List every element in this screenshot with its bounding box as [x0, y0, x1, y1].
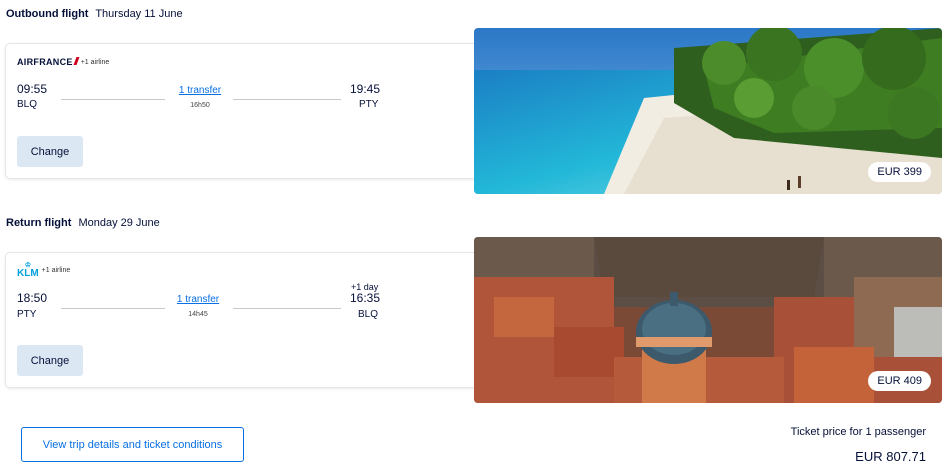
- return-transfer-link[interactable]: 1 transfer: [158, 294, 238, 305]
- return-change-button[interactable]: Change: [17, 345, 83, 376]
- outbound-transfer-link[interactable]: 1 transfer: [160, 85, 240, 96]
- outbound-flight-card: AIRFRANCE +1 airline 09:55 BLQ 1 transfe…: [6, 44, 478, 178]
- return-airline: ♔ KLM +1 airline: [17, 262, 71, 279]
- return-route-line-left: [61, 308, 165, 309]
- outbound-departure-time: 09:55: [17, 82, 48, 96]
- return-date: Monday 29 June: [78, 217, 160, 229]
- outbound-duration: 16h50: [190, 102, 210, 109]
- outbound-change-button[interactable]: Change: [17, 136, 83, 167]
- outbound-extra-airline: +1 airline: [80, 58, 110, 66]
- return-label: Return flight: [6, 217, 72, 229]
- ticket-price-label: Ticket price for 1 passenger: [790, 426, 926, 438]
- outbound-destination-photo: EUR 399: [474, 28, 942, 194]
- outbound-label: Outbound flight: [6, 8, 89, 20]
- return-departure-time: 18:50: [17, 291, 48, 305]
- outbound-arrival-time: 19:45: [350, 82, 381, 96]
- view-trip-details-button[interactable]: View trip details and ticket conditions: [21, 427, 244, 462]
- return-route-line-right: [233, 308, 341, 309]
- klm-logo-icon: ♔ KLM: [17, 262, 39, 279]
- outbound-route-line-right: [233, 99, 341, 100]
- return-destination-photo: EUR 409: [474, 237, 942, 403]
- return-flight-card: ♔ KLM +1 airline 18:50 PTY 1 transfer 14h…: [6, 253, 478, 387]
- outbound-arrival-code: PTY: [359, 99, 379, 110]
- return-extra-airline: +1 airline: [41, 267, 71, 274]
- return-duration: 14h45: [188, 311, 208, 318]
- return-arrival-time: 16:35: [350, 291, 381, 305]
- outbound-airline: AIRFRANCE +1 airline: [17, 57, 109, 67]
- outbound-price-badge: EUR 399: [868, 162, 931, 182]
- return-header: Return flight Monday 29 June: [6, 217, 160, 229]
- return-departure-code: PTY: [17, 309, 37, 320]
- airfrance-logo-icon: AIRFRANCE: [17, 57, 80, 67]
- outbound-departure-code: BLQ: [17, 99, 38, 110]
- outbound-route-line-left: [61, 99, 165, 100]
- return-arrival-code: BLQ: [358, 309, 379, 320]
- return-price-badge: EUR 409: [868, 371, 931, 391]
- ticket-price-total: EUR 807.71: [855, 449, 926, 464]
- outbound-header: Outbound flight Thursday 11 June: [6, 8, 183, 20]
- outbound-date: Thursday 11 June: [95, 8, 183, 20]
